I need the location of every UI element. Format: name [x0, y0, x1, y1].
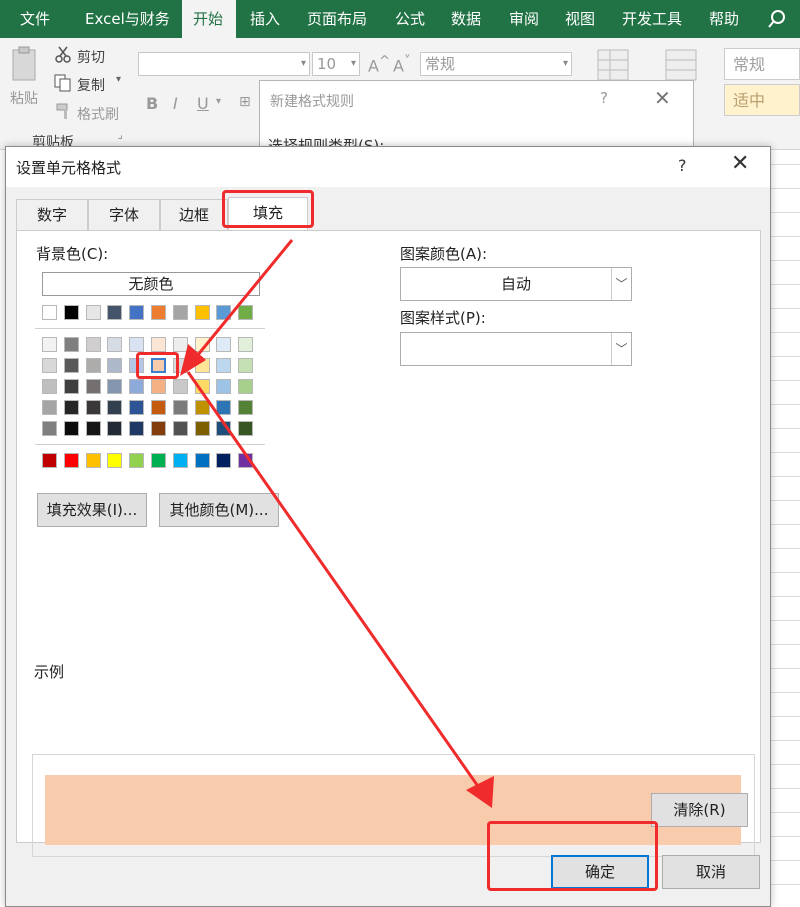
arrow-line-1: [195, 239, 294, 357]
annotation-arrows: [180, 239, 494, 808]
arrow-line-2: [186, 371, 484, 793]
arrowhead-2: [466, 776, 494, 808]
